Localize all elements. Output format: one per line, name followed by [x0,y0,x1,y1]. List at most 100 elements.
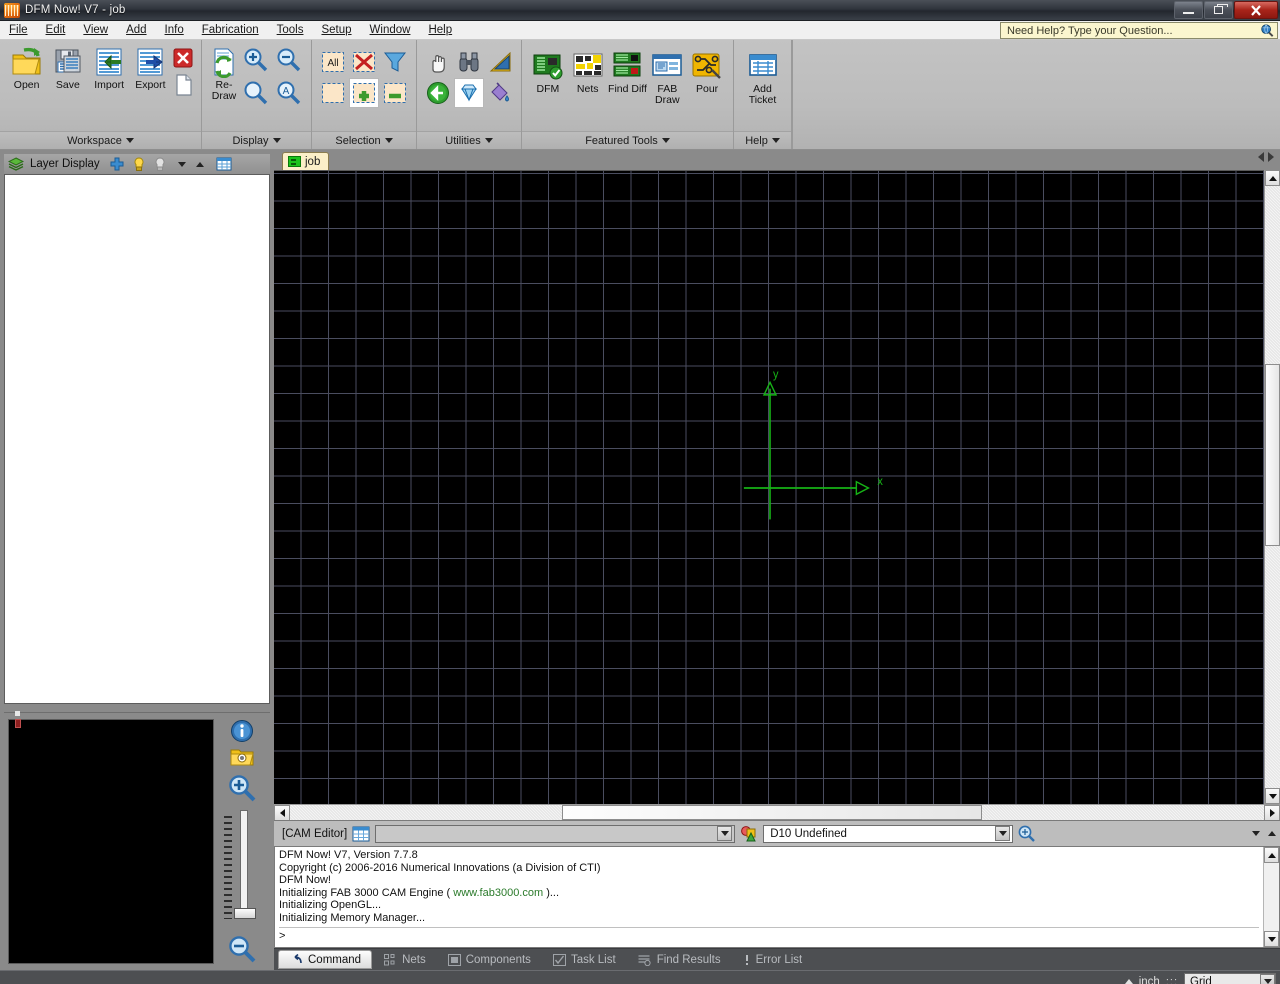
add-layer-icon[interactable] [110,157,124,171]
scroll-up-button[interactable] [1265,170,1280,186]
cam-table-icon[interactable] [352,826,370,842]
bottom-tab-nets[interactable]: Nets [374,950,436,969]
console-output[interactable]: DFM Now! V7, Version 7.7.8 Copyright (c)… [275,847,1263,947]
ribbon-group-help-label[interactable]: Help [734,131,791,149]
unit-label[interactable]: inch [1139,976,1160,984]
hscroll-thumb[interactable] [562,805,982,820]
menu-view[interactable]: View [74,21,117,40]
bottom-tab-command[interactable]: Command [278,950,373,969]
collapse-down-icon[interactable] [1252,831,1260,836]
zoom-slider[interactable] [222,810,262,927]
zoom-out-button[interactable] [273,44,305,76]
scroll-down-button[interactable] [1265,788,1280,804]
move-up-icon[interactable] [195,161,204,167]
menu-help[interactable]: Help [419,21,461,40]
menu-setup[interactable]: Setup [312,21,360,40]
deselect-all-button[interactable] [349,47,379,77]
close-button[interactable] [1234,1,1278,19]
console-scrollbar[interactable] [1263,847,1279,947]
zoom-in-icon[interactable] [227,773,257,803]
select-add-button[interactable] [349,78,379,108]
fill-button[interactable] [485,78,515,108]
dfm-button[interactable]: DFM [528,48,568,95]
scroll-right-button[interactable] [1264,805,1280,821]
up-triangle-icon[interactable] [1124,979,1133,984]
minimize-button[interactable] [1174,1,1203,19]
chevron-down-icon[interactable] [1260,974,1275,984]
ribbon-group-workspace-label[interactable]: Workspace [0,131,201,149]
layer-combo[interactable] [375,824,736,843]
ribbon-group-utilities-label[interactable]: Utilities [417,131,521,149]
preview-canvas[interactable] [8,711,214,964]
ribbon-group-featured-label[interactable]: Featured Tools [522,131,733,149]
vscroll-thumb[interactable] [1265,364,1280,546]
scroll-left-button[interactable] [274,805,290,821]
zoom-out-icon[interactable] [227,934,257,964]
snap-mode-combo[interactable]: Grid [1184,972,1276,984]
info-icon[interactable] [230,719,254,743]
gem-tool-button[interactable] [454,78,484,108]
tab-job[interactable]: job [282,152,330,170]
ribbon-group-display-label[interactable]: Display [202,131,311,149]
chevron-down-icon[interactable] [717,826,733,841]
zoom-slider-track[interactable] [240,810,248,915]
menu-window[interactable]: Window [361,21,420,40]
back-button[interactable] [423,78,453,108]
zoom-all-button[interactable]: A [273,77,305,109]
hscroll-track-left[interactable] [290,805,562,820]
close-red-x-icon[interactable] [171,46,195,70]
fab3000-link[interactable]: www.fab3000.com [453,887,543,899]
select-remove-button[interactable] [380,78,410,108]
ribbon-group-selection-label[interactable]: Selection [312,131,416,149]
help-search-box[interactable]: Need Help? Type your Question... [1000,22,1278,39]
select-all-button[interactable]: All [318,47,348,77]
bottom-tab-task-list[interactable]: Task List [543,950,626,969]
save-button[interactable]: Save [47,44,88,91]
hscroll-track-right[interactable] [982,805,1264,820]
redraw-button[interactable]: Re-Draw [208,44,240,102]
console-prompt[interactable]: > [279,926,1259,943]
expand-up-icon[interactable] [1268,831,1276,836]
pour-button[interactable]: Pour [687,48,727,95]
previous-tab-icon[interactable] [1258,152,1264,162]
aperture-icon[interactable] [1018,825,1036,842]
bottom-tab-components[interactable]: Components [438,950,541,969]
select-window-button[interactable] [318,78,348,108]
menu-info[interactable]: Info [156,21,193,40]
zoom-in-button[interactable] [240,44,272,76]
search-globe-icon[interactable] [1260,23,1274,38]
maximize-button[interactable] [1204,1,1233,19]
menu-fabrication[interactable]: Fabrication [193,21,268,40]
new-file-icon[interactable] [171,73,195,97]
move-down-icon[interactable] [177,161,186,167]
design-canvas[interactable]: x y [274,170,1264,804]
measure-button[interactable] [485,47,515,77]
nets-button[interactable]: Nets [568,48,608,95]
bottom-tab-find-results[interactable]: Find Results [628,950,731,969]
layer-list[interactable] [4,174,270,704]
console-scroll-track[interactable] [1264,863,1279,931]
bulb-on-icon[interactable] [133,156,145,172]
add-ticket-button[interactable]: Add Ticket [740,48,785,106]
find-button[interactable] [454,47,484,77]
open-preview-icon[interactable] [230,746,254,768]
menu-tools[interactable]: Tools [268,21,313,40]
import-button[interactable]: Import [89,44,130,91]
bulb-off-icon[interactable] [154,156,166,172]
aperture-combo[interactable]: D10 Undefined [763,824,1014,843]
open-button[interactable]: Open [6,44,47,91]
canvas-vertical-scrollbar[interactable] [1264,170,1280,804]
shapes-icon[interactable] [740,825,758,843]
fab-draw-button[interactable]: FAB Draw [647,48,687,106]
zoom-window-button[interactable] [240,77,272,109]
menu-add[interactable]: Add [117,21,155,40]
filter-button[interactable] [380,47,410,77]
menu-edit[interactable]: Edit [37,21,75,40]
console-scroll-down[interactable] [1264,931,1279,947]
vscroll-track-top[interactable] [1265,186,1280,364]
console-scroll-up[interactable] [1264,847,1279,863]
find-diff-button[interactable]: Find Diff [608,48,648,95]
next-tab-icon[interactable] [1268,152,1274,162]
layer-table-icon[interactable] [216,157,232,171]
export-button[interactable]: Export [130,44,171,91]
